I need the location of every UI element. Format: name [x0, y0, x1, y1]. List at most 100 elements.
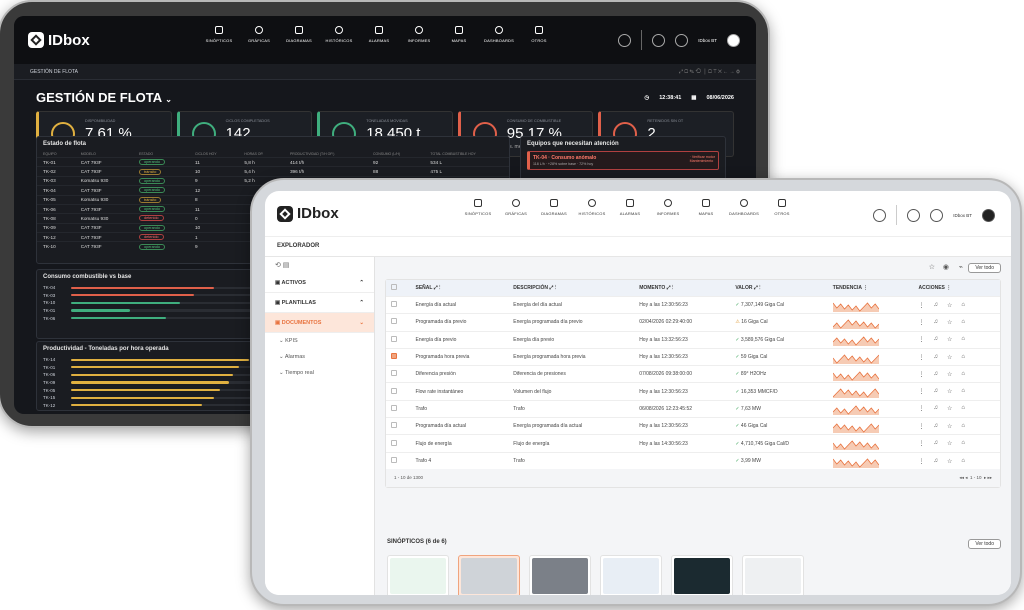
menu-item-gráficas[interactable]: GRÁFICAS [497, 199, 535, 216]
menu-item-informes[interactable]: INFORMES [649, 199, 687, 216]
bell-icon[interactable]: ♫ [933, 354, 938, 361]
pager-nav[interactable]: ◂◂ ◂ 1 - 10 ▸ ▸▸ [959, 475, 992, 481]
table-row[interactable]: Programada día actual Energía programada … [386, 417, 1000, 435]
more-icon[interactable]: ⋮ [918, 371, 924, 378]
sinoptico-card[interactable]: Planta general17/6/2026USER [529, 555, 591, 595]
bell-icon[interactable]: ♫ [933, 423, 938, 430]
table-row[interactable]: Energía día actual Energía del día actual… [386, 295, 1000, 314]
lock-icon[interactable]: ⌂ [961, 388, 965, 395]
col-header[interactable]: DESCRIPCIÓN ⤢ ⋮ [508, 280, 635, 297]
menu-item-mapas[interactable]: MAPAS [687, 199, 725, 216]
chevron-down-icon[interactable]: ⌄ [165, 95, 172, 104]
star-icon[interactable]: ☆ [929, 263, 935, 271]
ver-todo-button[interactable]: Ver todo [968, 263, 1001, 273]
row-checkbox[interactable] [391, 387, 397, 394]
user-name[interactable]: IDbox BT [953, 213, 972, 218]
star-icon[interactable] [907, 208, 921, 222]
star-icon[interactable]: ☆ [947, 302, 952, 309]
more-icon[interactable]: ⋮ [918, 388, 924, 395]
bell-icon[interactable]: ♫ [933, 371, 938, 378]
more-icon[interactable]: ⋮ [918, 302, 924, 309]
sidebar-item-plantillas[interactable]: ▣ PLANTILLAS ⌃ [265, 293, 374, 313]
table-row[interactable]: Programada día previo Energía programada … [386, 313, 1000, 332]
alert-card[interactable]: TK-04 · Consumo anómalo 118 L/h · +28% so… [527, 151, 719, 170]
bell-icon[interactable]: ♫ [933, 302, 938, 309]
lock-icon[interactable]: ⌂ [961, 440, 965, 447]
user-avatar-icon[interactable] [982, 208, 995, 222]
logo[interactable]: IDbox [28, 32, 90, 49]
sidebar-subitem[interactable]: ⌄ KPIS [265, 333, 374, 349]
menu-item-alarmas[interactable]: ALARMAS [611, 199, 649, 216]
sidebar-subitem[interactable]: ⌄ Tiempo real [265, 365, 374, 381]
sinoptico-card[interactable]: Dashboard de planta17/6/2024USER [387, 555, 449, 595]
bell-icon[interactable] [930, 208, 944, 222]
col-header[interactable]: TENDENCIA ⋮ [827, 280, 914, 297]
bell-icon[interactable]: ♫ [933, 440, 938, 447]
lock-icon[interactable]: ⌂ [961, 423, 965, 430]
menu-item-históricos[interactable]: HISTÓRICOS [573, 199, 611, 216]
table-row[interactable]: Trafo Trafo 06/08/2026 12:23:45:52 ✓ 7,63 M… [386, 399, 1000, 418]
bell-icon[interactable]: ♫ [933, 388, 938, 395]
bell-icon[interactable]: ♫ [933, 458, 938, 465]
more-icon[interactable]: ⋮ [918, 458, 924, 465]
menu-item-diagramas[interactable]: DIAGRAMAS [535, 199, 573, 216]
col-header[interactable]: VALOR ⤢ ⋮ [730, 280, 828, 297]
menu-item-dashboards[interactable]: DASHBOARDS [479, 26, 519, 43]
bell-icon[interactable] [675, 33, 689, 47]
more-icon[interactable]: ⋮ [918, 354, 924, 361]
more-icon[interactable]: ⋮ [918, 423, 924, 430]
table-row[interactable]: TK-01 CAT 793F operando 11 5,8 h 414 t/h 92 534… [37, 156, 509, 167]
sinoptico-card[interactable]: Energía1/11/2026USER [600, 555, 662, 595]
col-header[interactable]: MOMENTO ⤢ ⋮ [634, 280, 731, 297]
star-icon[interactable]: ☆ [947, 336, 952, 343]
lock-icon[interactable]: ⌂ [961, 405, 965, 412]
col-header[interactable]: SEÑAL ⤢ ⋮ [410, 280, 509, 297]
table-row[interactable]: TK-02 CAT 793F tránsito 10 5,4 h 396 t/h 88 475… [37, 166, 509, 177]
menu-item-alarmas[interactable]: ALARMAS [359, 26, 399, 43]
menu-item-gráficas[interactable]: GRÁFICAS [239, 26, 279, 43]
sidebar-item-activos[interactable]: ▣ ACTIVOS ⌃ [265, 273, 374, 293]
row-checkbox[interactable] [391, 370, 397, 377]
star-icon[interactable]: ☆ [947, 423, 952, 430]
star-icon[interactable]: ☆ [947, 458, 952, 465]
row-checkbox[interactable] [391, 457, 397, 464]
sidebar-tools[interactable]: ⟲ ▤ [265, 257, 374, 273]
toolbar-icons[interactable]: ⤢ ▢ ✎ ⟲ │ ▢ ⊤ ✕ ← → ⚙ [679, 69, 740, 75]
more-icon[interactable]: ⋮ [918, 319, 924, 326]
sinoptico-card[interactable]: Filtro1/11/2026USER [742, 555, 804, 595]
table-row[interactable]: Programada hora previa Energía programada… [386, 347, 1000, 366]
table-row[interactable]: Flujo de energía Flujo de energía Hoy a la… [386, 434, 1000, 453]
table-row[interactable]: Flow rate instantáneo Volumen del flujo Ho… [386, 382, 1000, 401]
alert-icon[interactable] [618, 33, 632, 47]
table-row[interactable]: Trafo 4 Trafo ✓ 3,99 MW ⋮ ♫ ☆ ⌂ [386, 451, 1000, 470]
star-icon[interactable] [652, 33, 666, 47]
lock-icon[interactable]: ⌂ [961, 371, 965, 378]
bell-icon[interactable]: ♫ [933, 405, 938, 412]
row-checkbox[interactable] [391, 318, 397, 325]
table-row[interactable]: Diferencia presión Diferencia de presione… [386, 365, 1000, 383]
star-icon[interactable]: ☆ [947, 405, 952, 412]
ver-todo-sinopticos-button[interactable]: Ver todo [968, 539, 1001, 549]
menu-item-sinópticos[interactable]: SINÓPTICOS [199, 26, 239, 43]
sinoptico-card[interactable]: Caldera10/6/2026USER [458, 555, 520, 595]
menu-item-dashboards[interactable]: DASHBOARDS [725, 199, 763, 216]
star-icon[interactable]: ☆ [947, 388, 952, 395]
menu-item-mapas[interactable]: MAPAS [439, 26, 479, 43]
menu-item-otros[interactable]: OTROS [763, 199, 801, 216]
row-checkbox[interactable] [391, 422, 397, 429]
row-checkbox[interactable] [391, 353, 397, 360]
chart-icon[interactable]: ⌁ [959, 263, 963, 271]
user-avatar-icon[interactable] [727, 33, 740, 47]
more-icon[interactable]: ⋮ [918, 405, 924, 412]
user-name[interactable]: IDbox BT [698, 38, 717, 43]
alert-icon[interactable] [873, 208, 887, 222]
more-icon[interactable]: ⋮ [918, 440, 924, 447]
star-icon[interactable]: ☆ [947, 354, 952, 361]
star-icon[interactable]: ☆ [947, 319, 952, 326]
sidebar-item-documentos[interactable]: ▣ DOCUMENTOS ⌄ [265, 313, 374, 333]
menu-item-otros[interactable]: OTROS [519, 26, 559, 43]
row-checkbox[interactable] [391, 439, 397, 446]
col-header[interactable]: ACCIONES ⋮ [913, 280, 1000, 297]
front-logo[interactable]: IDbox [277, 205, 339, 222]
lock-icon[interactable]: ⌂ [961, 354, 965, 361]
